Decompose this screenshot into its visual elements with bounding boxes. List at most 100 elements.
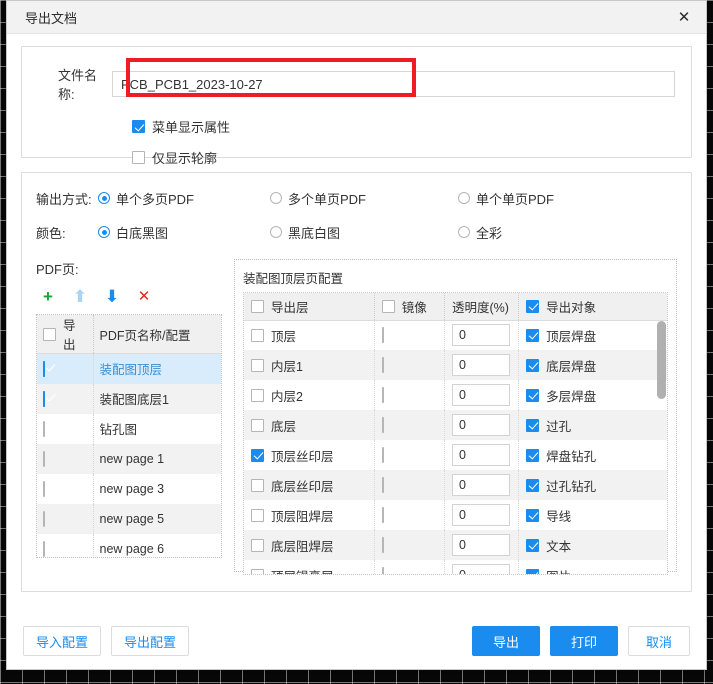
layer-checkbox[interactable] xyxy=(251,418,264,432)
table-row[interactable]: new page 1 xyxy=(37,443,221,474)
layer-checkbox[interactable] xyxy=(251,358,264,372)
table-row[interactable]: 顶层丝印层 焊盘钻孔 xyxy=(244,440,667,470)
layer-name-cell[interactable]: 底层阻焊层 xyxy=(244,530,375,560)
radio-multi-singlepage-pdf[interactable]: 多个单页PDF xyxy=(270,189,458,208)
layer-alpha-cell[interactable] xyxy=(444,530,520,560)
radio-single-multipage-pdf[interactable]: 单个多页PDF xyxy=(98,189,270,208)
export-object-cell[interactable]: 底层焊盘 xyxy=(518,350,667,380)
move-up-icon[interactable]: ⬆ xyxy=(72,288,88,305)
alpha-input[interactable] xyxy=(451,444,510,466)
row-export-checkbox[interactable] xyxy=(43,540,45,557)
alpha-input[interactable] xyxy=(451,354,510,376)
export-object-checkbox[interactable] xyxy=(526,478,540,492)
alpha-input[interactable] xyxy=(451,534,510,556)
export-object-cell[interactable]: 文本 xyxy=(518,530,667,560)
layer-name-cell[interactable]: 内层1 xyxy=(244,350,375,380)
alpha-input[interactable] xyxy=(451,384,510,406)
export-object-cell[interactable]: 导线 xyxy=(518,500,667,530)
checkbox-row-outline-only[interactable]: 仅显示轮廓 xyxy=(132,148,675,167)
row-export-checkbox[interactable] xyxy=(43,360,45,377)
row-export-cell[interactable] xyxy=(37,353,94,384)
row-export-cell[interactable] xyxy=(37,383,94,414)
export-object-checkbox[interactable] xyxy=(526,508,540,522)
delete-page-icon[interactable]: ✕ xyxy=(136,288,152,304)
export-object-checkbox[interactable] xyxy=(526,418,540,432)
alpha-input[interactable] xyxy=(451,414,510,436)
layer-name-cell[interactable]: 顶层阻焊层 xyxy=(244,500,375,530)
layer-name-cell[interactable]: 底层 xyxy=(244,410,375,440)
row-export-checkbox[interactable] xyxy=(43,510,45,527)
table-row[interactable]: 装配图顶层 xyxy=(37,353,221,384)
layer-checkbox[interactable] xyxy=(251,538,264,552)
export-config-button[interactable]: 导出配置 xyxy=(111,626,190,656)
layer-mirror-cell[interactable] xyxy=(374,440,445,470)
row-export-cell[interactable] xyxy=(37,413,94,444)
radio-single-singlepage-pdf[interactable]: 单个单页PDF xyxy=(458,189,554,208)
export-object-checkbox[interactable] xyxy=(526,448,540,462)
row-export-checkbox[interactable] xyxy=(43,450,45,467)
layer-alpha-cell[interactable] xyxy=(444,440,520,470)
table-row[interactable]: new page 3 xyxy=(37,473,221,504)
table-row[interactable]: 底层 过孔 xyxy=(244,410,667,440)
layer-alpha-cell[interactable] xyxy=(444,560,520,574)
export-object-cell[interactable]: 过孔 xyxy=(518,410,667,440)
layer-name-cell[interactable]: 底层丝印层 xyxy=(244,470,375,500)
export-object-checkbox[interactable] xyxy=(526,358,540,372)
export-object-checkbox[interactable] xyxy=(526,328,540,342)
layer-alpha-cell[interactable] xyxy=(444,320,520,350)
table-row[interactable]: new page 6 xyxy=(37,533,221,557)
radio-full-color[interactable]: 全彩 xyxy=(458,223,502,242)
layer-name-cell[interactable]: 顶层锡膏层 xyxy=(244,560,375,574)
layer-alpha-cell[interactable] xyxy=(444,470,520,500)
layer-checkbox[interactable] xyxy=(251,508,264,522)
layer-alpha-cell[interactable] xyxy=(444,350,520,380)
alpha-input[interactable] xyxy=(451,474,510,496)
add-page-icon[interactable]: + xyxy=(40,288,56,305)
layer-checkbox[interactable] xyxy=(251,448,264,462)
layer-config-scrollbar[interactable] xyxy=(657,321,666,574)
alpha-input[interactable] xyxy=(451,564,510,574)
layer-name-cell[interactable]: 顶层 xyxy=(244,320,375,350)
table-row[interactable]: new page 5 xyxy=(37,503,221,534)
layer-config-scrollbar-thumb[interactable] xyxy=(657,321,666,399)
print-button[interactable]: 打印 xyxy=(550,626,618,656)
table-row[interactable]: 内层1 底层焊盘 xyxy=(244,350,667,380)
export-object-cell[interactable]: 焊盘钻孔 xyxy=(518,440,667,470)
table-row[interactable]: 装配图底层1 xyxy=(37,383,221,414)
outline-only-checkbox[interactable] xyxy=(132,151,145,164)
move-down-icon[interactable]: ⬇ xyxy=(104,288,120,305)
table-row[interactable]: 底层阻焊层 文本 xyxy=(244,530,667,560)
table-row[interactable]: 顶层 顶层焊盘 xyxy=(244,320,667,350)
close-icon[interactable]: ✕ xyxy=(670,4,698,30)
mirror-select-all-checkbox[interactable] xyxy=(381,299,395,313)
export-object-cell[interactable]: 顶层焊盘 xyxy=(518,320,667,350)
layer-select-all-checkbox[interactable] xyxy=(251,299,264,313)
layer-checkbox[interactable] xyxy=(251,478,264,492)
export-object-cell[interactable]: 过孔钻孔 xyxy=(518,470,667,500)
row-export-cell[interactable] xyxy=(37,473,94,504)
layer-alpha-cell[interactable] xyxy=(444,380,520,410)
export-object-checkbox[interactable] xyxy=(526,388,540,402)
row-export-cell[interactable] xyxy=(37,533,94,557)
row-export-cell[interactable] xyxy=(37,443,94,474)
layer-checkbox[interactable] xyxy=(251,388,264,402)
export-object-checkbox[interactable] xyxy=(526,538,540,552)
pdf-pages-select-all-checkbox[interactable] xyxy=(43,327,56,341)
export-object-checkbox[interactable] xyxy=(526,568,540,574)
row-export-checkbox[interactable] xyxy=(43,390,45,407)
alpha-input[interactable] xyxy=(451,324,510,347)
layer-alpha-cell[interactable] xyxy=(444,410,520,440)
cancel-button[interactable]: 取消 xyxy=(628,626,690,656)
table-row[interactable]: 内层2 多层焊盘 xyxy=(244,380,667,410)
table-row[interactable]: 钻孔图 xyxy=(37,413,221,444)
alpha-input[interactable] xyxy=(451,504,510,526)
row-export-checkbox[interactable] xyxy=(43,420,45,437)
menu-display-attr-checkbox[interactable] xyxy=(132,120,145,133)
filename-input[interactable] xyxy=(112,71,675,97)
row-export-checkbox[interactable] xyxy=(43,480,45,497)
export-button[interactable]: 导出 xyxy=(472,626,540,656)
layer-checkbox[interactable] xyxy=(251,568,264,574)
export-object-cell[interactable]: 多层焊盘 xyxy=(518,380,667,410)
object-select-all-checkbox[interactable] xyxy=(526,299,540,313)
checkbox-row-menu-attr[interactable]: 菜单显示属性 xyxy=(132,117,675,136)
